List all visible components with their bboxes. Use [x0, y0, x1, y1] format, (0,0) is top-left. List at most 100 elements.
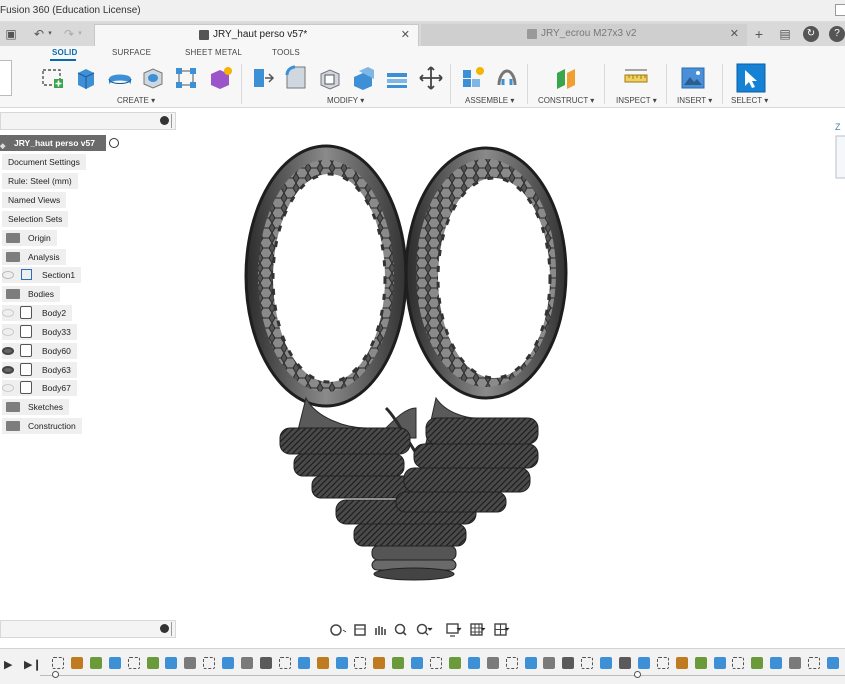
browser-item-document-settings[interactable]: Document Settings [2, 154, 86, 170]
fillet-icon[interactable] [283, 65, 309, 91]
browser-item-body63[interactable]: Body63 [2, 362, 77, 378]
window-control-button[interactable] [835, 4, 845, 16]
move-feature-icon[interactable] [619, 657, 631, 669]
body-feature-icon[interactable] [581, 657, 594, 669]
browser-item-body33[interactable]: Body33 [2, 324, 77, 340]
revolve-feature-icon[interactable] [467, 657, 480, 669]
move-feature-icon[interactable] [505, 657, 518, 669]
extrude-feature-icon[interactable] [808, 657, 820, 669]
move-feature-icon[interactable] [562, 657, 575, 669]
extrude-feature-icon[interactable] [694, 657, 707, 669]
browser-item-body2[interactable]: Body2 [2, 305, 73, 321]
insert-menu[interactable]: INSERT ▾ [677, 96, 712, 105]
browser-item-rule[interactable]: Rule: Steel (mm) [2, 173, 78, 189]
offset-feature-icon[interactable] [70, 657, 83, 669]
tab-surface[interactable]: SURFACE [112, 48, 151, 57]
tab-jry-ecrou[interactable]: JRY_ecrou M27x3 v2 ✕ [421, 24, 747, 46]
pattern-icon[interactable] [173, 65, 199, 91]
visibility-icon[interactable] [2, 271, 14, 279]
construct-menu[interactable]: CONSTRUCT ▾ [538, 96, 594, 105]
knurled-stack[interactable] [279, 417, 539, 581]
body-feature-icon[interactable] [278, 657, 291, 669]
save-icon[interactable]: ▣ [4, 27, 18, 41]
plane-feature-icon[interactable] [543, 657, 556, 669]
expand-icon[interactable]: ◆ [0, 139, 5, 155]
browser-item-analysis[interactable]: Analysis [2, 249, 66, 265]
offset-feature-icon[interactable] [430, 657, 442, 669]
tab-jry-haut-perso[interactable]: JRY_haut perso v57* ✕ [94, 24, 419, 46]
select-icon[interactable] [736, 63, 766, 93]
sketch-feature-icon[interactable] [354, 657, 367, 669]
move-icon[interactable] [418, 65, 444, 91]
offset-feature-icon[interactable] [675, 657, 688, 669]
orbit-icon[interactable] [330, 624, 347, 636]
new-tab-icon[interactable]: + [752, 27, 766, 41]
measure-icon[interactable] [623, 65, 649, 91]
sketch-feature-icon[interactable] [713, 657, 726, 669]
revolve-icon[interactable] [107, 65, 133, 91]
plane-feature-icon[interactable] [789, 657, 802, 669]
create-sketch-icon[interactable] [40, 65, 66, 91]
workspace-switcher[interactable] [0, 60, 12, 96]
offset-feature-icon[interactable] [373, 657, 386, 669]
redo-dropdown-icon[interactable]: ▾ [73, 27, 87, 41]
shell-icon[interactable] [350, 65, 376, 91]
close-icon[interactable]: ✕ [401, 25, 410, 45]
right-ring[interactable] [404, 146, 568, 400]
collapse-panel-icon[interactable] [160, 116, 169, 125]
select-menu[interactable]: SELECT ▾ [731, 96, 768, 105]
grid-settings-icon[interactable] [470, 623, 486, 636]
look-at-icon[interactable] [354, 624, 366, 636]
visibility-hidden-icon[interactable] [2, 309, 14, 317]
plane-feature-icon[interactable] [241, 657, 253, 669]
browser-item-bodies[interactable]: Bodies [2, 286, 60, 302]
activate-radio-icon[interactable] [109, 138, 119, 148]
body-feature-icon[interactable] [335, 657, 348, 669]
browser-item-construction[interactable]: Construction [2, 418, 82, 434]
tab-tools[interactable]: TOOLS [272, 48, 300, 57]
browser-item-body67[interactable]: Body67 [2, 380, 77, 396]
expand-panel-icon[interactable] [160, 624, 169, 633]
view-cube[interactable]: Z [835, 122, 845, 179]
sketch-feature-icon[interactable] [656, 657, 669, 669]
browser-item-selection-sets[interactable]: Selection Sets [2, 211, 69, 227]
timeline-marker[interactable] [634, 671, 641, 678]
modify-menu[interactable]: MODIFY ▾ [327, 96, 364, 105]
visibility-icon[interactable] [2, 347, 14, 355]
offset-plane-icon[interactable] [554, 65, 580, 91]
revolve-feature-icon[interactable] [826, 657, 839, 669]
timeline-marker[interactable] [52, 671, 59, 678]
browser-item-sketches[interactable]: Sketches [2, 399, 69, 415]
play-icon[interactable]: ▶ [4, 658, 12, 671]
zoom-window-icon[interactable] [416, 623, 433, 636]
revolve-feature-icon[interactable] [108, 657, 121, 669]
visibility-icon[interactable] [2, 366, 14, 374]
viewports-icon[interactable] [494, 623, 510, 636]
inspect-menu[interactable]: INSPECT ▾ [616, 96, 657, 105]
extrude-feature-icon[interactable] [751, 657, 764, 669]
extrude-feature-icon[interactable] [89, 657, 102, 669]
move-feature-icon[interactable] [203, 657, 216, 669]
extrude-feature-icon[interactable] [146, 657, 159, 669]
pan-icon[interactable] [375, 626, 386, 635]
browser-item-body60[interactable]: Body60 [2, 343, 77, 359]
revolve-feature-icon[interactable] [524, 657, 537, 669]
sketch-feature-icon[interactable] [52, 657, 64, 669]
plane-feature-icon[interactable] [184, 657, 197, 669]
tab-sheet-metal[interactable]: SHEET METAL [185, 48, 242, 57]
revolve-feature-icon[interactable] [411, 657, 424, 669]
extrude-feature-icon[interactable] [448, 657, 461, 669]
plane-feature-icon[interactable] [486, 657, 499, 669]
body-feature-icon[interactable] [637, 657, 650, 669]
browser-root-node[interactable]: ◆ JRY_haut perso v57 [0, 135, 106, 151]
comment-icon[interactable]: ▤ [778, 27, 792, 41]
plane-feature-icon[interactable] [127, 657, 140, 669]
revolve-feature-icon[interactable] [770, 657, 783, 669]
sketch-feature-icon[interactable] [297, 657, 310, 669]
assemble-menu[interactable]: ASSEMBLE ▾ [465, 96, 514, 105]
browser-item-named-views[interactable]: Named Views [2, 192, 67, 208]
revolve-feature-icon[interactable] [165, 657, 178, 669]
sketch-feature-icon[interactable] [600, 657, 613, 669]
joint-icon[interactable] [494, 65, 520, 91]
create-menu[interactable]: CREATE ▾ [117, 96, 155, 105]
